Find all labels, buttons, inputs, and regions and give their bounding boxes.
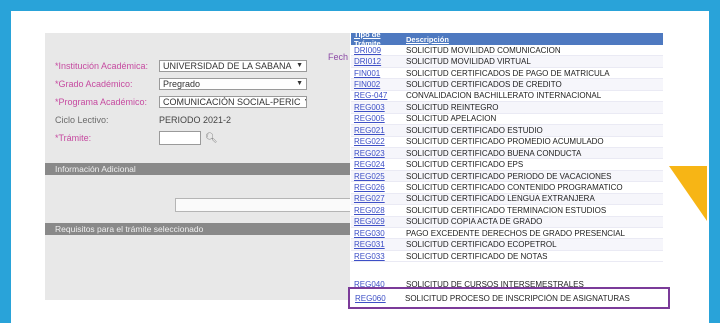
- row-description: SOLICITUD CERTIFICADO PROMEDIO ACUMULADO: [406, 137, 604, 147]
- header-descripcion[interactable]: Descripción: [406, 35, 663, 44]
- row-code[interactable]: FIN002: [351, 80, 406, 89]
- row-code[interactable]: REG026: [351, 183, 406, 192]
- table-row[interactable]: REG029 SOLICITUD COPIA ACTA DE GRADO: [351, 216, 663, 228]
- row-description: SOLICITUD CERTIFICADO PERIODO DE VACACIO…: [406, 171, 612, 181]
- row-code[interactable]: DRI012: [351, 57, 406, 66]
- section-requisitos: Requisitos para el trámite seleccionado: [45, 223, 350, 235]
- table-row[interactable]: REG021 SOLICITUD CERTIFICADO ESTUDIO: [351, 125, 663, 137]
- tramite-label: *Trámite:: [55, 133, 92, 143]
- table-body: DRI009 SOLICITUD MOVILIDAD COMUNICACION DR…: [351, 45, 663, 263]
- row-description: SOLICITUD COPIA ACTA DE GRADO: [406, 217, 543, 227]
- row-description: SOLICITUD CERTIFICADO CONTENIDO PROGRAMA…: [406, 182, 623, 192]
- ciclo-label: Ciclo Lectivo:: [55, 115, 109, 125]
- table-row[interactable]: REG024 SOLICITUD CERTIFICADO EPS: [351, 159, 663, 171]
- row-description: SOLICITUD CERTIFICADO DE NOTAS: [406, 251, 548, 261]
- row-description: SOLICITUD PROCESO DE INSCRIPCIÓN DE ASIG…: [405, 293, 630, 303]
- grado-select[interactable]: Pregrado ▼: [159, 78, 307, 90]
- table-row[interactable]: REG033 SOLICITUD CERTIFICADO DE NOTAS: [351, 251, 663, 263]
- row-code[interactable]: REG030: [351, 229, 406, 238]
- row-code[interactable]: DRI009: [351, 46, 406, 55]
- row-code[interactable]: REG005: [351, 114, 406, 123]
- tramite-form: Fech *Institución Académica: UNIVERSIDAD…: [45, 33, 350, 300]
- row-code[interactable]: REG060: [350, 294, 405, 303]
- frame-top-border: [0, 0, 720, 11]
- row-description: SOLICITUD CERTIFICADOS DE PAGO DE MATRIC…: [406, 68, 610, 78]
- row-description: SOLICITUD APELACION: [406, 114, 497, 124]
- table-row[interactable]: REG005 SOLICITUD APELACION: [351, 114, 663, 126]
- decorative-triangle: [669, 166, 707, 221]
- grado-label: *Grado Académico:: [55, 79, 133, 89]
- table-row[interactable]: REG-047 CONVALIDACION BACHILLERATO INTERN…: [351, 91, 663, 103]
- row-code[interactable]: REG033: [351, 252, 406, 261]
- programa-select[interactable]: COMUNICACIÓN SOCIAL-PERIC ▼: [159, 96, 307, 108]
- row-description: SOLICITUD REINTEGRO: [406, 102, 499, 112]
- institucion-value: UNIVERSIDAD DE LA SABANA: [163, 61, 292, 71]
- row-description: PAGO EXCEDENTE DERECHOS DE GRADO PRESENC…: [406, 228, 626, 238]
- row-description: SOLICITUD CERTIFICADO BUENA CONDUCTA: [406, 148, 582, 158]
- row-code[interactable]: REG027: [351, 194, 406, 203]
- grado-row: *Grado Académico: Pregrado ▼: [55, 77, 307, 91]
- table-row[interactable]: REG031 SOLICITUD CERTIFICADO ECOPETROL: [351, 239, 663, 251]
- row-code[interactable]: REG028: [351, 206, 406, 215]
- tramite-row: *Trámite: 🔍︎: [55, 131, 218, 145]
- row-description: SOLICITUD CERTIFICADO ESTUDIO: [406, 125, 543, 135]
- table-row[interactable]: DRI009 SOLICITUD MOVILIDAD COMUNICACION: [351, 45, 663, 57]
- row-code[interactable]: REG003: [351, 103, 406, 112]
- frame-right-border: [709, 0, 720, 323]
- chevron-down-icon: ▼: [296, 80, 303, 87]
- row-description: SOLICITUD CERTIFICADO TERMINACION ESTUDI…: [406, 205, 607, 215]
- tramite-lookup-table: Tipo de Trámite Descripción DRI009 SOLICI…: [351, 33, 663, 286]
- grado-value: Pregrado: [163, 79, 201, 89]
- row-description: SOLICITUD CERTIFICADO LENGUA EXTRANJERA: [406, 194, 595, 204]
- table-row[interactable]: DRI012 SOLICITUD MOVILIDAD VIRTUAL: [351, 56, 663, 68]
- table-row[interactable]: REG028 SOLICITUD CERTIFICADO TERMINACION …: [351, 205, 663, 217]
- table-header: Tipo de Trámite Descripción: [351, 33, 663, 48]
- table-row[interactable]: REG025 SOLICITUD CERTIFICADO PERIODO DE V…: [351, 170, 663, 183]
- table-row[interactable]: REG026 SOLICITUD CERTIFICADO CONTENIDO PR…: [351, 182, 663, 194]
- highlighted-table-row[interactable]: REG060 SOLICITUD PROCESO DE INSCRIPCIÓN …: [348, 287, 670, 309]
- row-description: SOLICITUD CERTIFICADOS DE CREDITO: [406, 80, 562, 90]
- row-code[interactable]: FIN001: [351, 69, 406, 78]
- row-description: CONVALIDACION BACHILLERATO INTERNACIONAL: [406, 91, 602, 101]
- ciclo-row: Ciclo Lectivo: PERIODO 2021-2: [55, 113, 231, 127]
- table-row[interactable]: FIN002 SOLICITUD CERTIFICADOS DE CREDITO: [351, 79, 663, 91]
- row-code[interactable]: REG029: [351, 217, 406, 226]
- programa-value: COMUNICACIÓN SOCIAL-PERIC: [163, 97, 301, 107]
- section-informacion-adicional: Información Adicional: [45, 163, 350, 175]
- informacion-adicional-field[interactable]: [175, 198, 350, 212]
- table-row[interactable]: FIN001 SOLICITUD CERTIFICADOS DE PAGO DE …: [351, 68, 663, 80]
- row-code[interactable]: REG-047: [351, 91, 406, 100]
- institucion-select[interactable]: UNIVERSIDAD DE LA SABANA ▼: [159, 60, 307, 72]
- programa-label: *Programa Académico:: [55, 97, 148, 107]
- institucion-row: *Institución Académica: UNIVERSIDAD DE L…: [55, 59, 307, 73]
- fecha-label: Fech: [328, 52, 349, 62]
- programa-row: *Programa Académico: COMUNICACIÓN SOCIAL…: [55, 95, 307, 109]
- row-description: SOLICITUD CERTIFICADO ECOPETROL: [406, 240, 557, 250]
- row-code[interactable]: REG024: [351, 160, 406, 169]
- table-row[interactable]: REG027 SOLICITUD CERTIFICADO LENGUA EXTRA…: [351, 193, 663, 206]
- row-description: SOLICITUD MOVILIDAD COMUNICACION: [406, 45, 561, 55]
- table-row[interactable]: REG023 SOLICITUD CERTIFICADO BUENA CONDUC…: [351, 147, 663, 160]
- institucion-label: *Institución Académica:: [55, 61, 149, 71]
- row-code[interactable]: REG023: [351, 149, 406, 158]
- table-row[interactable]: REG022 SOLICITUD CERTIFICADO PROMEDIO ACU…: [351, 137, 663, 148]
- search-icon[interactable]: 🔍︎: [205, 133, 218, 144]
- row-code[interactable]: REG031: [351, 240, 406, 249]
- table-row[interactable]: REG030 PAGO EXCEDENTE DERECHOS DE GRADO P…: [351, 228, 663, 240]
- row-code[interactable]: REG025: [351, 172, 406, 181]
- chevron-down-icon: ▼: [296, 62, 303, 69]
- frame-left-border: [0, 0, 11, 323]
- tramite-input[interactable]: [159, 131, 201, 145]
- chevron-down-icon: ▼: [304, 97, 306, 107]
- row-description: SOLICITUD CERTIFICADO EPS: [406, 160, 524, 170]
- row-code[interactable]: REG022: [351, 137, 406, 146]
- table-row[interactable]: REG003 SOLICITUD REINTEGRO: [351, 102, 663, 114]
- ciclo-value: PERIODO 2021-2: [159, 115, 232, 125]
- row-code[interactable]: REG021: [351, 126, 406, 135]
- row-description: SOLICITUD MOVILIDAD VIRTUAL: [406, 57, 531, 67]
